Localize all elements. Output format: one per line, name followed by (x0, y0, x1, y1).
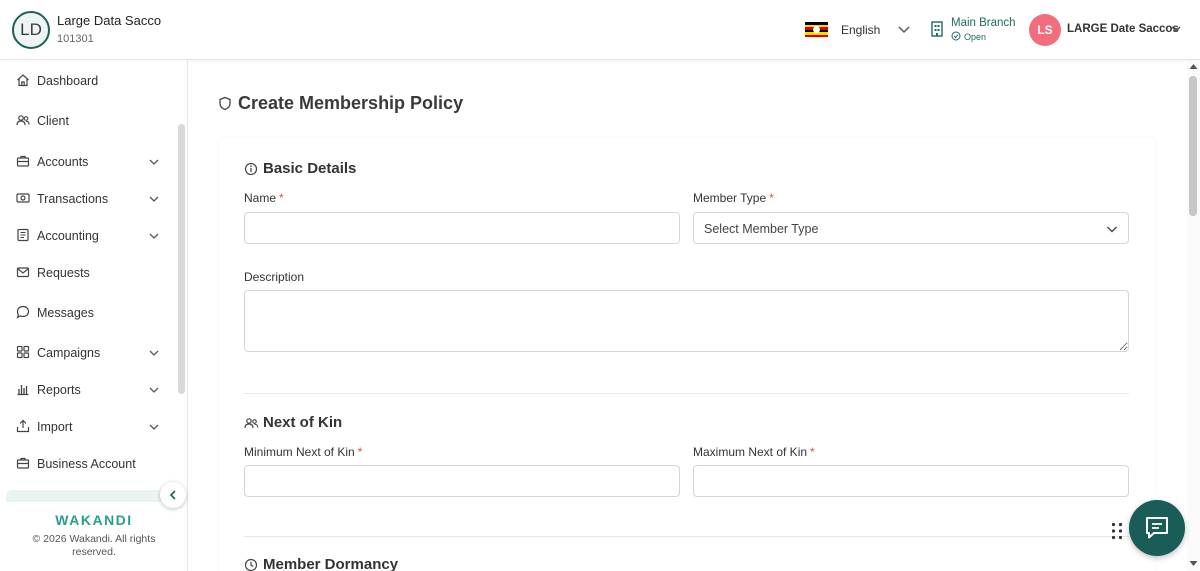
user-menu[interactable]: LARGE Date Saccos (1067, 23, 1179, 35)
sidebar-item-label: Messages (37, 306, 94, 320)
cash-icon (16, 193, 30, 203)
drag-handle-icon[interactable] (1111, 522, 1123, 540)
sidebar-item-reports[interactable]: Reports (0, 371, 178, 407)
sidebar-item-label: Accounting (37, 229, 99, 243)
section-title-member-dormancy: Member Dormancy (263, 556, 399, 571)
branch-name[interactable]: Main Branch (951, 17, 1016, 29)
grid-icon (16, 345, 30, 359)
sidebar-item-label: Import (37, 420, 73, 434)
org-id: 101301 (57, 33, 94, 45)
chevron-down-icon[interactable] (148, 421, 160, 433)
home-icon (17, 74, 29, 87)
mail-icon (16, 267, 30, 278)
shield-icon (219, 96, 231, 111)
copyright-text: © 2026 Wakandi. All rights reserved. (32, 533, 156, 558)
sidebar-item-label: Reports (37, 383, 81, 397)
name-label: Name * (244, 191, 284, 205)
sidebar-item-accounts[interactable]: Accounts (0, 143, 178, 179)
brand-logo: WAKANDI (55, 512, 133, 528)
uganda-flag-icon[interactable] (805, 22, 828, 37)
chevron-down-icon[interactable] (148, 193, 160, 205)
sidebar-item-label: Campaigns (37, 346, 101, 360)
org-name: Large Data Sacco (57, 13, 162, 28)
sidebar-item-messages[interactable]: Messages (0, 294, 178, 330)
sidebar-item-requests[interactable]: Requests (0, 254, 178, 290)
sidebar-item-client[interactable]: Client (0, 102, 178, 138)
sidebar-item-label: Accounts (37, 155, 89, 169)
briefcase-icon (16, 155, 30, 167)
section-title-next-of-kin: Next of Kin (263, 414, 343, 431)
ledger-icon (17, 228, 29, 242)
chevron-down-icon[interactable] (1170, 23, 1182, 35)
language-selector[interactable]: English (841, 23, 880, 37)
section-divider (244, 536, 1129, 537)
user-avatar[interactable]: LS (1029, 14, 1061, 46)
description-label: Description (244, 270, 305, 284)
users-icon (16, 115, 30, 126)
building-icon (931, 21, 943, 37)
scroll-up-icon[interactable] (1189, 63, 1198, 70)
chevron-down-icon (1107, 226, 1117, 233)
bar-chart-icon (17, 385, 29, 396)
min-next-of-kin-label: Minimum Next of Kin * (244, 445, 363, 459)
sidebar-item-import[interactable]: Import (0, 408, 178, 444)
chevron-down-icon[interactable] (148, 347, 160, 359)
sidebar-item-label: Client (37, 114, 69, 128)
users-icon (244, 418, 259, 429)
sidebar-item-label: Transactions (37, 192, 109, 206)
chevron-down-icon[interactable] (897, 22, 911, 36)
section-divider (244, 393, 1129, 394)
sidebar-item-business-account[interactable]: Business Account (0, 445, 178, 481)
sidebar-collapse-button[interactable] (160, 482, 186, 508)
chevron-down-icon[interactable] (148, 230, 160, 242)
chevron-down-icon[interactable] (148, 384, 160, 396)
info-icon (244, 162, 258, 176)
main-scrollbar-thumb[interactable] (1189, 76, 1197, 216)
upload-icon (16, 419, 30, 433)
chat-support-button[interactable] (1129, 500, 1185, 556)
member-type-value: Select Member Type (704, 222, 819, 236)
member-type-select[interactable]: Select Member Type (693, 212, 1129, 244)
member-type-label: Member Type * (693, 191, 774, 205)
chevron-down-icon[interactable] (148, 156, 160, 168)
sidebar-item-transactions[interactable]: Transactions (0, 180, 178, 216)
description-textarea[interactable] (244, 290, 1129, 352)
min-next-of-kin-input[interactable] (244, 465, 680, 497)
sidebar-item-dashboard[interactable]: Dashboard (0, 62, 178, 98)
sidebar-item-highlight (6, 490, 178, 502)
sidebar-item-label: Dashboard (37, 74, 99, 88)
sidebar-item-label: Business Account (37, 457, 136, 471)
page-title: Create Membership Policy (238, 93, 464, 113)
sidebar-item-label: Requests (37, 266, 90, 280)
chat-bubble-icon (16, 305, 30, 319)
section-title-basic-details: Basic Details (263, 160, 357, 177)
sidebar-item-accounting[interactable]: Accounting (0, 217, 178, 253)
name-input[interactable] (244, 212, 680, 244)
chevron-left-icon (169, 490, 176, 500)
chat-icon (1146, 517, 1168, 539)
clock-icon (244, 558, 258, 571)
max-next-of-kin-label: Maximum Next of Kin * (693, 445, 815, 459)
scroll-down-icon[interactable] (1189, 560, 1198, 567)
check-circle-icon (951, 31, 961, 41)
sidebar-item-campaigns[interactable]: Campaigns (0, 334, 178, 370)
top-header: LD Large Data Sacco 101301 English Main … (0, 0, 1200, 60)
branch-status: Open (964, 32, 987, 42)
sidebar-scrollbar[interactable] (178, 124, 185, 394)
briefcase-icon (16, 457, 30, 469)
org-avatar[interactable]: LD (12, 11, 50, 49)
max-next-of-kin-input[interactable] (693, 465, 1129, 497)
form-card (219, 138, 1155, 571)
